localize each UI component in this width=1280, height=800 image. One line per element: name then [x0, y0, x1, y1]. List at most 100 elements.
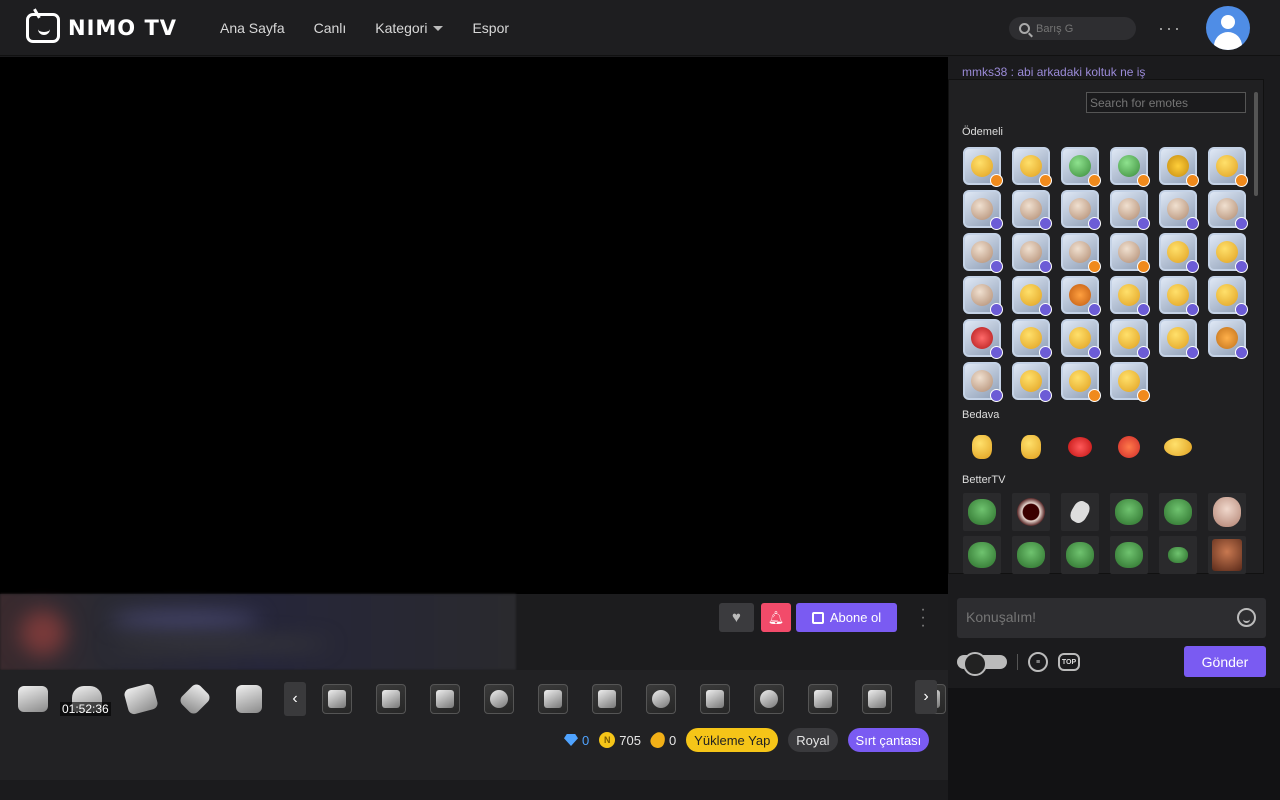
- emote-laugh[interactable]: [1159, 428, 1197, 466]
- chat-format-icon[interactable]: ≡: [1028, 652, 1048, 672]
- gift-package-icon[interactable]: [230, 680, 268, 718]
- kebab-menu-icon[interactable]: · · ·: [918, 602, 928, 634]
- more-options-icon[interactable]: ···: [1158, 18, 1182, 39]
- emote-streamer[interactable]: [1110, 190, 1150, 230]
- emote-streamer[interactable]: [1012, 190, 1052, 230]
- emote-heart-eyes[interactable]: [1110, 428, 1148, 466]
- chat-message-input[interactable]: [966, 609, 1226, 625]
- emote-streamer[interactable]: [963, 190, 1003, 230]
- search-input[interactable]: [1036, 22, 1126, 35]
- gift-city-icon[interactable]: [858, 680, 896, 718]
- subscribe-button[interactable]: Abone ol: [796, 603, 897, 632]
- emote-search-input[interactable]: [1086, 92, 1246, 113]
- emote-smiley[interactable]: [1159, 319, 1199, 359]
- user-avatar[interactable]: [1206, 6, 1250, 50]
- gift-treasure-chest-icon[interactable]: [14, 680, 52, 718]
- emote-angry[interactable]: [963, 319, 1003, 359]
- search-box[interactable]: [1009, 17, 1136, 40]
- nav-item-live[interactable]: Canlı: [314, 20, 347, 36]
- chat-input-box[interactable]: [957, 598, 1266, 638]
- emote-pepe-dance[interactable]: [1110, 536, 1148, 574]
- emote-face: [1216, 284, 1238, 306]
- emote-pepe-scream[interactable]: [1110, 493, 1148, 531]
- gift-box-icon[interactable]: [122, 680, 160, 718]
- emote-red-heart[interactable]: [1061, 428, 1099, 466]
- gift-shape: [760, 690, 778, 708]
- gift-card-icon[interactable]: [372, 680, 410, 718]
- sub-badge-icon: [990, 217, 1003, 230]
- emote-smiley[interactable]: [1110, 319, 1150, 359]
- emote-laughing-man[interactable]: [1208, 536, 1246, 574]
- emote-clap[interactable]: [1012, 147, 1052, 187]
- emote-cool[interactable]: [1159, 276, 1199, 316]
- gift-scroll-right-button[interactable]: ›: [915, 680, 937, 714]
- topup-button[interactable]: Yükleme Yap: [686, 728, 779, 752]
- gift-crowd-icon[interactable]: [804, 680, 842, 718]
- nav-item-category[interactable]: Kategori: [375, 20, 444, 36]
- emote-hands-up[interactable]: [963, 147, 1003, 187]
- gift-globe-icon[interactable]: [480, 680, 518, 718]
- emoji-picker-icon[interactable]: [1237, 608, 1256, 627]
- gift-clover-icon[interactable]: [318, 680, 356, 718]
- emote-smiley[interactable]: [1061, 319, 1101, 359]
- emote-smiley[interactable]: [1110, 362, 1150, 402]
- nav-item-home[interactable]: Ana Sayfa: [220, 20, 285, 36]
- notification-bell-button[interactable]: 🔔︎: [761, 603, 791, 632]
- backpack-button[interactable]: Sırt çantası: [847, 728, 930, 752]
- emote-smiley[interactable]: [1208, 319, 1248, 359]
- emote-streamer[interactable]: [1159, 190, 1199, 230]
- emote-smiley[interactable]: [1012, 276, 1052, 316]
- emote-scrollbar[interactable]: [1254, 92, 1258, 196]
- emote-smiley[interactable]: [1061, 362, 1101, 402]
- follow-heart-button[interactable]: ♥: [719, 603, 754, 632]
- nimo-logo[interactable]: NIMO TV: [26, 12, 177, 44]
- emote-pepe-hands[interactable]: [1159, 493, 1197, 531]
- emote-dark-circle[interactable]: [1012, 493, 1050, 531]
- emote-smiley[interactable]: [1208, 233, 1248, 273]
- emote-pale-face[interactable]: [1208, 493, 1246, 531]
- gift-scroll-left-button[interactable]: ‹: [284, 682, 306, 716]
- emote-thumbs-up[interactable]: [963, 428, 1001, 466]
- gift-trophy-icon[interactable]: [696, 680, 734, 718]
- emote-streamer[interactable]: [1061, 190, 1101, 230]
- nav-item-esports[interactable]: Espor: [472, 20, 509, 36]
- gift-castle-icon[interactable]: [588, 680, 626, 718]
- emote-streamer[interactable]: [1012, 233, 1052, 273]
- video-player[interactable]: [0, 57, 948, 594]
- chat-mode-toggle[interactable]: [957, 652, 1007, 676]
- send-button[interactable]: Gönder: [1184, 646, 1266, 677]
- emote-feather[interactable]: [1061, 493, 1099, 531]
- blurred-title: [110, 612, 260, 628]
- gift-guitar-icon[interactable]: [426, 680, 464, 718]
- emote-frog[interactable]: [1061, 147, 1101, 187]
- emote-streamer[interactable]: [1208, 190, 1248, 230]
- emote-smiley[interactable]: [1012, 319, 1052, 359]
- emote-heart[interactable]: [1159, 147, 1199, 187]
- gift-swords-icon[interactable]: [176, 680, 214, 718]
- emote-streamer[interactable]: [963, 233, 1003, 273]
- gift-heart-icon[interactable]: [642, 680, 680, 718]
- emote-smiley[interactable]: [1159, 233, 1199, 273]
- emote-gg[interactable]: [1208, 147, 1248, 187]
- emote-face: [971, 198, 993, 220]
- emote-streamer[interactable]: [963, 362, 1003, 402]
- top-chat-icon[interactable]: TOP: [1058, 653, 1080, 671]
- royal-button[interactable]: Royal: [788, 728, 838, 752]
- emote-smiley[interactable]: [1110, 276, 1150, 316]
- emote-pepe-smug[interactable]: [1012, 536, 1050, 574]
- gift-shape: [652, 690, 670, 708]
- emote-pepe-small[interactable]: [1159, 536, 1197, 574]
- gift-crossed-swords-icon[interactable]: [534, 680, 572, 718]
- emote-pepe[interactable]: [963, 493, 1001, 531]
- emote-thumbs-down[interactable]: [1012, 428, 1050, 466]
- emote-pepe-shades[interactable]: [963, 536, 1001, 574]
- emote-streamer[interactable]: [963, 276, 1003, 316]
- emote-frog-laugh[interactable]: [1110, 147, 1150, 187]
- emote-smiley[interactable]: [1012, 362, 1052, 402]
- emote-smiley[interactable]: [1061, 276, 1101, 316]
- emote-streamer[interactable]: [1110, 233, 1150, 273]
- emote-smiley[interactable]: [1208, 276, 1248, 316]
- emote-pepe-happy[interactable]: [1061, 536, 1099, 574]
- gift-dragon-icon[interactable]: [750, 680, 788, 718]
- emote-streamer[interactable]: [1061, 233, 1101, 273]
